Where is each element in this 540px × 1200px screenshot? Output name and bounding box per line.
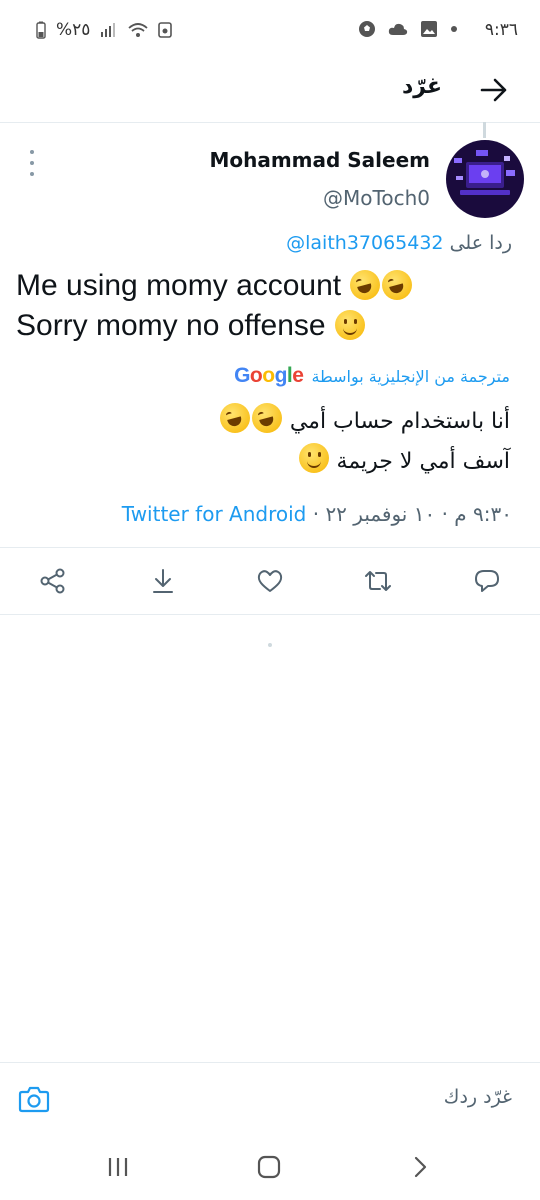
status-icons-right xyxy=(358,20,458,38)
like-heart-icon xyxy=(257,570,283,592)
replying-to: ردا على @laith37065432 xyxy=(286,232,512,254)
dot-icon xyxy=(451,26,457,32)
like-button[interactable] xyxy=(255,566,285,596)
bookmark-download-icon xyxy=(153,569,173,593)
bookmark-download-button[interactable] xyxy=(148,566,178,596)
more-dot-icon xyxy=(30,161,34,165)
share-button[interactable] xyxy=(38,566,68,596)
translated-line: آسف أمي لا جريمة xyxy=(30,442,510,482)
tweet-text-line2: Sorry momy no offense xyxy=(16,309,326,342)
laughing-emoji-icon xyxy=(350,270,381,300)
laughing-emoji-icon xyxy=(219,403,250,433)
cloud-icon xyxy=(388,23,408,35)
page-title: غرّد xyxy=(401,74,442,99)
status-icons-left: %٢٥ xyxy=(36,20,173,40)
wifi-icon xyxy=(128,23,149,37)
retweet-icon xyxy=(365,571,391,591)
home-button[interactable] xyxy=(252,1150,286,1184)
more-dot-icon xyxy=(30,150,34,154)
author-handle[interactable]: @MoToch0 xyxy=(323,186,430,210)
reply-icon xyxy=(475,570,499,592)
share-icon xyxy=(40,568,65,594)
recent-apps-icon xyxy=(108,1158,128,1176)
save-icon xyxy=(158,22,173,38)
status-time: ٩:٣٦ xyxy=(484,20,518,40)
laughing-emoji-icon xyxy=(251,403,282,433)
avatar[interactable] xyxy=(446,140,524,218)
tweet-text-line: Sorry momy no offense xyxy=(16,306,516,346)
google-logo: Google xyxy=(234,364,304,387)
translated-line: أنا باستخدام حساب أمي xyxy=(30,402,510,442)
replying-to-label: ردا على xyxy=(449,232,512,254)
top-app-bar: غرّد xyxy=(0,60,540,123)
camera-button[interactable] xyxy=(18,1083,50,1115)
tweet-text-line1: Me using momy account xyxy=(16,269,342,302)
author-display-name[interactable]: Mohammad Saleem xyxy=(209,148,430,172)
laughing-emoji-icon xyxy=(382,270,413,300)
tweet-timestamp: ٩:٣٠ م · ١٠ نوفمبر ٢٢ · xyxy=(306,502,512,526)
reply-button[interactable] xyxy=(472,566,502,596)
loading-indicator xyxy=(268,643,272,647)
battery-icon xyxy=(36,21,46,39)
back-nav-button[interactable] xyxy=(403,1150,437,1184)
tweet-source-link[interactable]: Twitter for Android xyxy=(122,502,307,526)
battery-percentage: %٢٥ xyxy=(56,20,91,40)
camera-icon xyxy=(18,1086,50,1113)
tweet-metadata: ٩:٣٠ م · ١٠ نوفمبر ٢٢ · Twitter for Andr… xyxy=(122,502,512,526)
recent-apps-button[interactable] xyxy=(101,1150,135,1184)
soccer-ball-icon xyxy=(359,21,375,37)
translation-attribution: مترجمة من الإنجليزية بواسطة Google xyxy=(234,364,510,388)
smiling-emoji-icon xyxy=(334,310,365,340)
avatar-image xyxy=(446,140,524,218)
tweet-text-line: Me using momy account xyxy=(16,266,516,306)
smiling-emoji-icon xyxy=(298,443,329,473)
reply-composer xyxy=(0,1062,540,1135)
translated-text: أنا باستخدام حساب أمي آسف أمي لا جريمة xyxy=(30,402,510,482)
translated-line2: آسف أمي لا جريمة xyxy=(336,449,510,474)
home-icon xyxy=(257,1155,281,1179)
reply-mention-link[interactable]: @laith37065432 xyxy=(286,232,443,254)
more-dot-icon xyxy=(30,172,34,176)
divider xyxy=(0,614,540,615)
image-icon xyxy=(421,21,437,37)
back-icon xyxy=(414,1156,427,1178)
more-options-button[interactable] xyxy=(24,150,40,176)
tweet-action-bar xyxy=(0,548,540,614)
status-bar: %٢٥ ٩:٣٦ xyxy=(0,0,540,60)
thread-connector-line xyxy=(483,122,486,138)
arrow-right-icon xyxy=(480,78,507,102)
signal-icon xyxy=(101,23,116,37)
back-button[interactable] xyxy=(474,70,514,110)
reply-input[interactable] xyxy=(110,1085,514,1109)
translated-by-label: مترجمة من الإنجليزية بواسطة xyxy=(311,366,510,386)
system-navigation-bar xyxy=(0,1134,540,1200)
translated-line1: أنا باستخدام حساب أمي xyxy=(289,409,510,434)
tweet-text: Me using momy account Sorry momy no offe… xyxy=(16,266,516,346)
retweet-button[interactable] xyxy=(363,566,393,596)
